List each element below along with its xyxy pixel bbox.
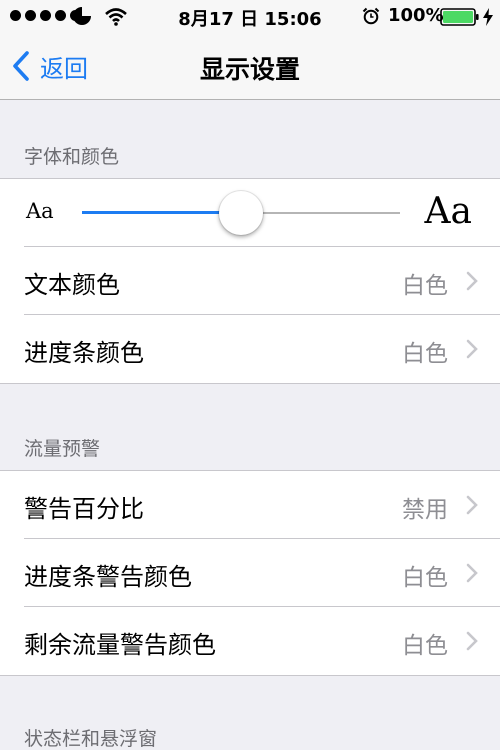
slider-fill xyxy=(82,211,241,214)
battery-percent: 100% xyxy=(388,5,444,26)
progress-warning-color-row[interactable]: 进度条警告颜色 白色 xyxy=(0,539,500,607)
warning-percent-row[interactable]: 警告百分比 禁用 xyxy=(0,471,500,539)
progress-color-label: 进度条颜色 xyxy=(24,339,144,367)
chevron-right-icon xyxy=(466,271,478,291)
navigation-bar: 返回 显示设置 xyxy=(0,34,500,100)
chevron-right-icon xyxy=(466,631,478,651)
progress-warning-color-value: 白色 xyxy=(402,565,448,591)
section-header-traffic-warning: 流量预警 xyxy=(24,438,101,460)
remaining-warning-color-row[interactable]: 剩余流量警告颜色 白色 xyxy=(0,607,500,675)
text-color-label: 文本颜色 xyxy=(24,271,120,299)
font-color-group: Aa Aa 文本颜色 白色 进度条颜色 白色 xyxy=(0,178,500,384)
font-size-small-label: Aa xyxy=(26,199,54,223)
status-bar: 8月17 日 15:06 100% xyxy=(0,0,500,34)
text-color-row[interactable]: 文本颜色 白色 xyxy=(0,247,500,315)
text-color-value: 白色 xyxy=(402,273,448,299)
page-title: 显示设置 xyxy=(199,55,300,84)
remaining-warning-color-label: 剩余流量警告颜色 xyxy=(24,631,216,659)
chevron-right-icon xyxy=(466,495,478,515)
alarm-clock-icon xyxy=(362,7,380,25)
battery-icon xyxy=(440,8,479,26)
traffic-warning-group: 警告百分比 禁用 进度条警告颜色 白色 剩余流量警告颜色 白色 xyxy=(0,470,500,676)
font-size-row: Aa Aa xyxy=(0,179,500,247)
section-header-font-color: 字体和颜色 xyxy=(24,146,120,168)
top-bar: 8月17 日 15:06 100% 返回 显示设置 xyxy=(0,0,500,100)
display-settings-screen: 8月17 日 15:06 100% 返回 显示设置 字体和颜色 Aa Aa 文本… xyxy=(0,0,500,750)
slider-thumb[interactable] xyxy=(219,191,263,235)
chevron-right-icon xyxy=(466,339,478,359)
charging-bolt-icon xyxy=(483,8,493,26)
remaining-warning-color-value: 白色 xyxy=(402,633,448,659)
warning-percent-label: 警告百分比 xyxy=(24,495,144,523)
font-size-slider[interactable] xyxy=(82,191,400,235)
section-header-statusbar-float: 状态栏和悬浮窗 xyxy=(24,728,158,750)
font-size-large-label: Aa xyxy=(424,191,472,232)
progress-color-value: 白色 xyxy=(402,341,448,367)
progress-color-row[interactable]: 进度条颜色 白色 xyxy=(0,315,500,383)
warning-percent-value: 禁用 xyxy=(402,497,448,523)
chevron-right-icon xyxy=(466,563,478,583)
progress-warning-color-label: 进度条警告颜色 xyxy=(24,563,192,591)
